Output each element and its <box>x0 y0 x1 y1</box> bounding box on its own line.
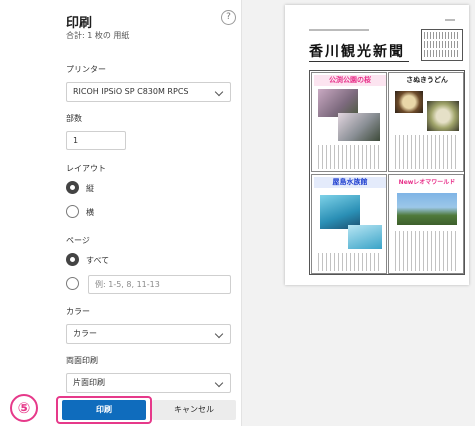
newspaper-title: 香川観光新聞 <box>309 44 405 60</box>
article-text <box>318 145 382 169</box>
newspaper-info-box <box>421 29 463 61</box>
article-cell: 公渕公園の桜 <box>311 72 387 172</box>
page-range-input[interactable]: 例: 1-5, 8, 11-13 <box>88 275 231 294</box>
udon-bowl-photo <box>427 101 459 131</box>
page-range-placeholder: 例: 1-5, 8, 11-13 <box>95 280 160 289</box>
article-text <box>318 253 382 271</box>
cancel-button[interactable]: キャンセル <box>152 400 236 420</box>
article-heading: 公渕公園の桜 <box>314 75 386 86</box>
duplex-label: 両面印刷 <box>66 356 98 365</box>
title-underline <box>309 61 409 62</box>
print-settings-panel: 印刷 合計: 1 枚の 用紙 ? プリンター RICOH IPSiO SP C8… <box>52 0 242 426</box>
layout-label: レイアウト <box>66 164 106 173</box>
aquarium-photo <box>320 195 360 229</box>
sheet-count-summary: 合計: 1 枚の 用紙 <box>66 31 130 40</box>
copies-input[interactable]: 1 <box>66 131 126 150</box>
article-text <box>395 231 459 271</box>
printer-value: RICOH IPSiO SP C830M RPCS <box>73 87 189 96</box>
duplex-value: 片面印刷 <box>73 378 105 387</box>
color-select[interactable]: カラー <box>66 324 231 344</box>
article-heading: 屋島水族館 <box>314 177 386 188</box>
color-value: カラー <box>73 329 97 338</box>
pages-label: ページ <box>66 236 90 245</box>
article-cell: Newレオマワールド <box>388 174 464 274</box>
article-grid: 公渕公園の桜 さぬきうどん 屋島水族館 Newレオマワールド <box>309 70 465 275</box>
chevron-down-icon <box>214 329 224 339</box>
print-dialog-screen: 印刷 合計: 1 枚の 用紙 ? プリンター RICOH IPSiO SP C8… <box>0 0 475 426</box>
dialog-title: 印刷 <box>66 16 93 31</box>
article-text <box>395 135 459 169</box>
park-photo <box>338 113 380 141</box>
layout-landscape-radio[interactable] <box>66 205 79 218</box>
header-small-text <box>309 29 369 31</box>
article-cell: さぬきうどん <box>388 72 464 172</box>
article-heading: Newレオマワールド <box>398 179 456 186</box>
pages-range-radio[interactable] <box>66 277 79 290</box>
help-icon[interactable]: ? <box>221 10 236 25</box>
layout-portrait-radio[interactable] <box>66 181 79 194</box>
article-cell: 屋島水族館 <box>311 174 387 274</box>
pages-all-radio[interactable] <box>66 253 79 266</box>
theme-park-photo <box>397 193 457 225</box>
article-heading: さぬきうどん <box>406 76 448 84</box>
dolphin-photo <box>348 225 382 249</box>
print-button-highlight <box>56 396 152 424</box>
color-label: カラー <box>66 307 90 316</box>
chevron-down-icon <box>214 87 224 97</box>
step-number-badge: ⑤ <box>10 394 38 422</box>
print-preview-page: 香川観光新聞 公渕公園の桜 さぬきうどん 屋島水族館 Newレオマワールド <box>285 5 469 285</box>
pages-all-label: すべて <box>86 256 110 265</box>
printer-label: プリンター <box>66 65 106 74</box>
copies-label: 部数 <box>66 114 82 123</box>
duplex-select[interactable]: 片面印刷 <box>66 373 231 393</box>
page-number-mark <box>445 19 455 21</box>
chevron-down-icon <box>214 378 224 388</box>
layout-portrait-label: 縦 <box>86 184 94 193</box>
printer-select[interactable]: RICOH IPSiO SP C830M RPCS <box>66 82 231 102</box>
udon-photo <box>395 91 423 113</box>
layout-landscape-label: 横 <box>86 208 94 217</box>
